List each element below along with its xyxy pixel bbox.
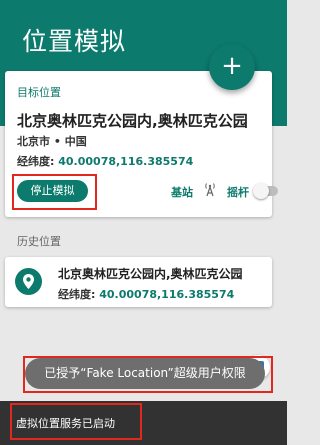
highlight-box: [12, 174, 97, 210]
base-station-label[interactable]: 基站: [171, 184, 193, 200]
history-place-name: 北京奥林匹克公园内,奥林匹克公园: [58, 267, 243, 281]
history-item[interactable]: 北京奥林匹克公园内,奥林匹克公园 经纬度: 40.00078,116.38557…: [5, 257, 272, 307]
toggle-thumb: [253, 183, 269, 199]
history-coord-label: 经纬度:: [58, 288, 96, 301]
history-coord-value: 40.00078,116.385574: [99, 288, 235, 301]
target-coordinates: 经纬度: 40.00078,116.385574: [17, 153, 193, 169]
target-city: 北京市 • 中国: [17, 135, 87, 148]
history-section-title: 历史位置: [17, 235, 61, 248]
joystick-label: 摇杆: [227, 186, 249, 199]
highlight-box: [10, 403, 142, 440]
history-coordinates: 经纬度: 40.00078,116.385574: [58, 286, 234, 302]
coord-label: 经纬度:: [17, 155, 55, 168]
highlight-box: [23, 356, 273, 393]
add-location-button[interactable]: +: [209, 44, 255, 90]
joystick-toggle[interactable]: [253, 183, 278, 199]
location-pin-icon: [15, 268, 42, 295]
coord-value: 40.00078,116.385574: [58, 155, 194, 168]
page-title: 位置模拟: [22, 27, 127, 56]
target-label: 目标位置: [17, 86, 61, 99]
target-place-name: 北京奥林匹克公园内,奥林匹克公园: [17, 112, 248, 130]
signal-tower-icon[interactable]: [203, 181, 217, 197]
